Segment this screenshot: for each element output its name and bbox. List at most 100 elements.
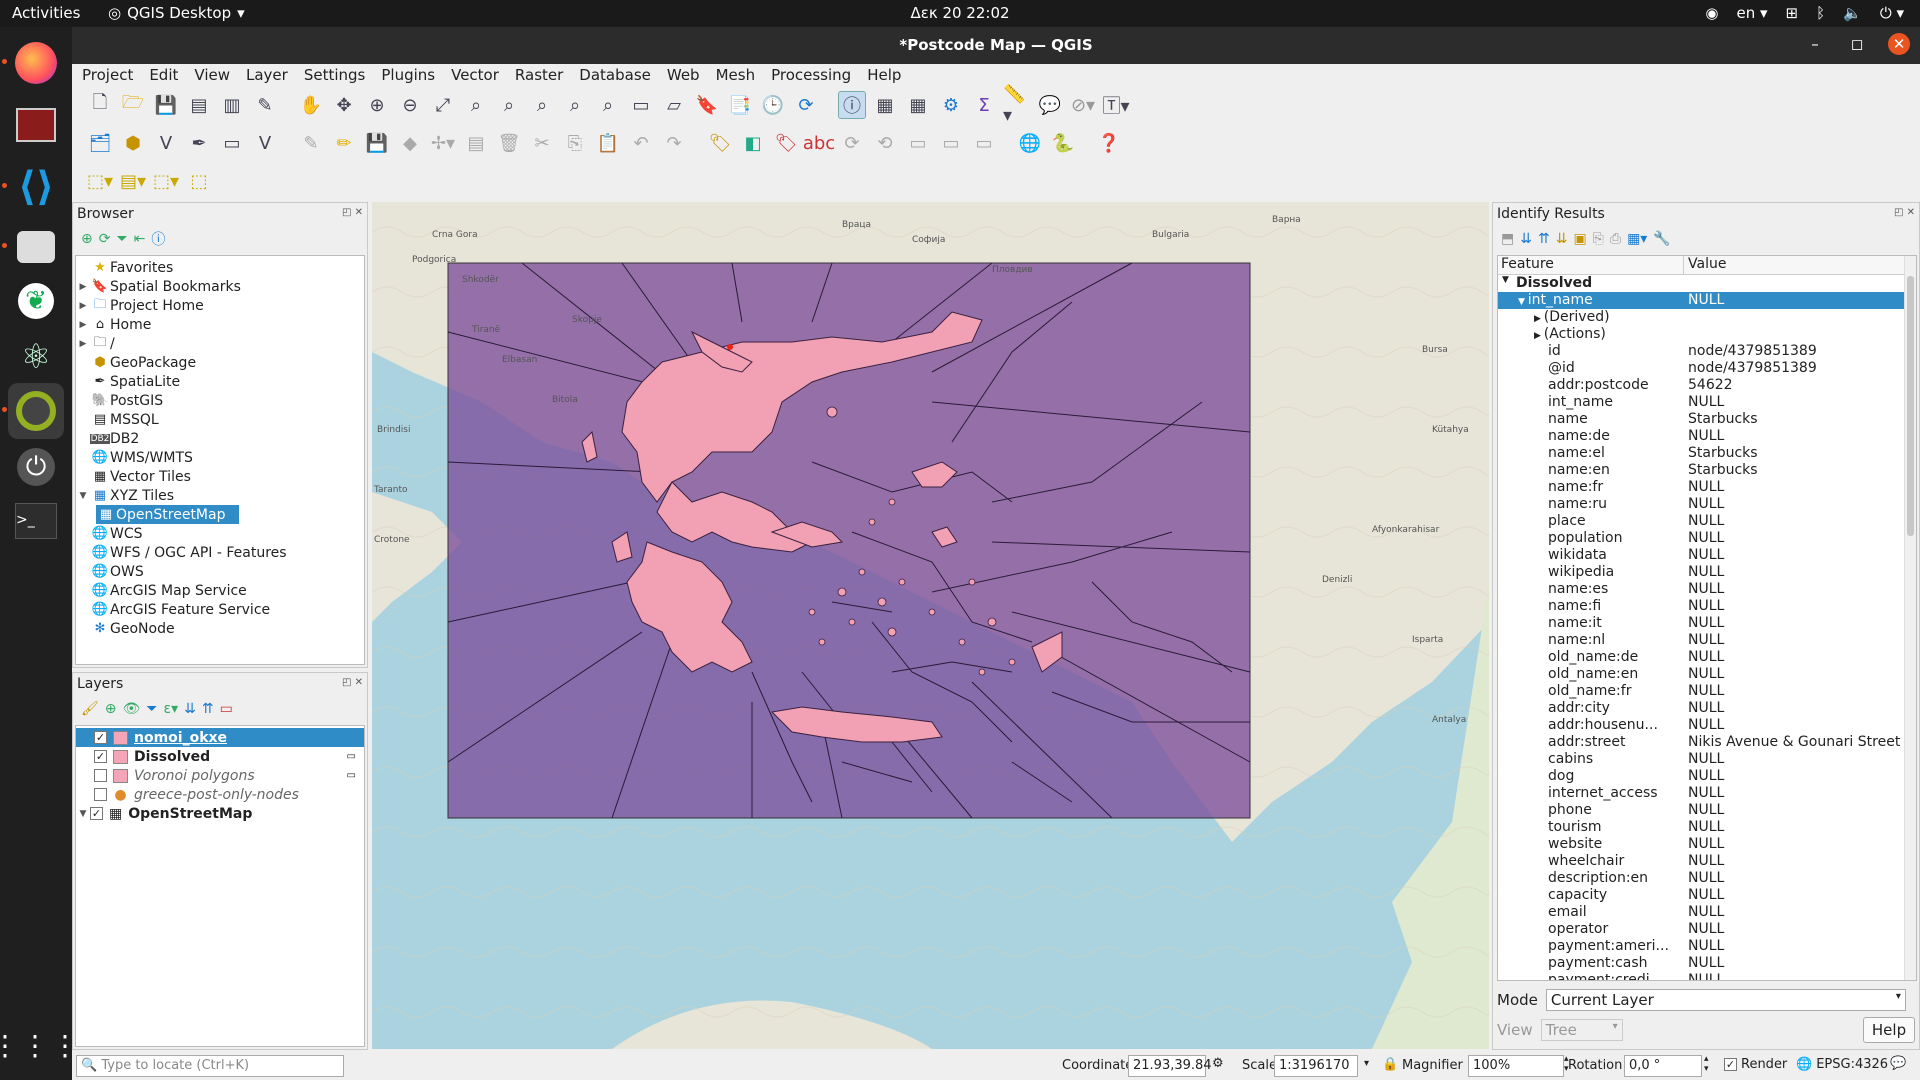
crs-button[interactable]: 🌐 EPSG:4326 (1796, 1057, 1888, 1072)
layer-item-openstreetmap[interactable]: ▼ ✓ ▦ OpenStreetMap (76, 804, 364, 823)
zoom-next-icon[interactable]: ⌕ (594, 91, 622, 119)
new-geopackage-icon[interactable]: ⬢ (119, 129, 147, 157)
identify-attribute-row[interactable]: name:de NULL (1498, 428, 1916, 445)
browser-item[interactable]: ▶ 🗀 / (76, 334, 364, 353)
identify-attribute-row[interactable]: name:it NULL (1498, 615, 1916, 632)
refresh-icon[interactable]: ⟳ (792, 91, 820, 119)
cut-features-icon[interactable]: ✂ (528, 129, 556, 157)
lock-scale-icon[interactable]: 🔒 (1382, 1057, 1398, 1072)
pin-labels-icon[interactable]: 🏷 (772, 129, 800, 157)
expand-arrow-icon[interactable]: ▶ (76, 301, 90, 311)
close-button[interactable]: ✕ (1888, 33, 1910, 55)
expand-arrow-icon[interactable]: ▶ (76, 282, 90, 292)
rotation-spinner[interactable]: ▴ ▾ (1704, 1054, 1709, 1074)
identify-attribute-row[interactable]: internet_access NULL (1498, 785, 1916, 802)
new-3d-view-icon[interactable]: ▱ (660, 91, 688, 119)
temporary-layer-icon[interactable]: ▭ (347, 751, 356, 762)
refresh-icon[interactable]: ⟳ (99, 231, 111, 247)
pan-to-selection-icon[interactable]: ✥ (330, 91, 358, 119)
measure-icon[interactable]: 📏▾ (1003, 84, 1031, 126)
menu-view[interactable]: View (184, 64, 236, 86)
remove-layer-icon[interactable]: ▭ (220, 701, 233, 717)
layout-manager-icon[interactable]: ▥ (218, 91, 246, 119)
menu-web[interactable]: Web (657, 64, 706, 86)
browser-item[interactable]: 🌐 OWS (76, 562, 364, 581)
messages-icon[interactable]: 💬 (1890, 1056, 1906, 1071)
identify-attribute-row[interactable]: name:ru NULL (1498, 496, 1916, 513)
identify-attribute-row[interactable]: ▶ (Derived) (1498, 309, 1916, 326)
identify-attribute-row[interactable]: wikidata NULL (1498, 547, 1916, 564)
add-feature-icon[interactable]: ◆ (396, 129, 424, 157)
quickmapservices-icon[interactable]: 🌐 (1016, 129, 1044, 157)
identify-attribute-row[interactable]: name:fr NULL (1498, 479, 1916, 496)
menu-raster[interactable]: Raster (505, 64, 569, 86)
clear-results-icon[interactable]: ▣ (1573, 231, 1586, 247)
expand-arrow-icon[interactable]: ▼ (76, 809, 90, 819)
identify-attribute-row[interactable]: int_name NULL (1498, 394, 1916, 411)
browser-item[interactable]: 🌐 WCS (76, 524, 364, 543)
layer-visibility-checkbox[interactable]: ✓ (94, 750, 107, 763)
add-layer-icon[interactable]: ⊕ (81, 231, 93, 247)
menu-plugins[interactable]: Plugins (371, 64, 441, 86)
volume-icon[interactable]: 🔈 (1843, 4, 1862, 22)
zoom-native-icon[interactable]: ⌕ (528, 91, 556, 119)
identify-attribute-row[interactable]: payment:cash NULL (1498, 955, 1916, 972)
menu-project[interactable]: Project (72, 64, 139, 86)
layer-item-post-nodes[interactable]: ● greece-post-only-nodes (76, 785, 364, 804)
identify-attribute-row[interactable]: capacity NULL (1498, 887, 1916, 904)
identify-attribute-row[interactable]: description:en NULL (1498, 870, 1916, 887)
identify-attribute-row[interactable]: name:el Starbucks (1498, 445, 1916, 462)
layer-item-dissolved[interactable]: ✓ Dissolved ▭ (76, 747, 364, 766)
magnifier-input[interactable]: 100% (1468, 1055, 1564, 1077)
identify-attribute-row[interactable]: @id node/4379851389 (1498, 360, 1916, 377)
manage-themes-icon[interactable]: 👁 (123, 701, 141, 717)
panel-float-close-icon[interactable]: ◰ ✕ (1894, 207, 1915, 218)
power-app-icon[interactable]: ⏻ (8, 439, 64, 495)
identify-attribute-row[interactable]: wikipedia NULL (1498, 564, 1916, 581)
expand-arrow-icon[interactable]: ▼ (1518, 297, 1528, 307)
show-apps-icon[interactable]: ⋮⋮⋮ (0, 1017, 79, 1073)
menu-processing[interactable]: Processing (761, 64, 857, 86)
identify-attribute-row[interactable]: population NULL (1498, 530, 1916, 547)
panel-float-close-icon[interactable]: ◰ ✕ (342, 677, 363, 688)
new-layout-icon[interactable]: ▤ (185, 91, 213, 119)
browser-item[interactable]: 🌐 WMS/WMTS (76, 448, 364, 467)
zoom-full-icon[interactable]: ⤢ (429, 91, 457, 119)
new-shapefile-icon[interactable]: V (152, 129, 180, 157)
feature-column-header[interactable]: Feature (1498, 256, 1684, 274)
save-project-icon[interactable]: 💾 (152, 91, 180, 119)
processing-toolbox-icon[interactable]: ⚙ (937, 91, 965, 119)
identify-attribute-row[interactable]: operator NULL (1498, 921, 1916, 938)
filter-expression-icon[interactable]: ε▾ (164, 701, 179, 717)
copy-features-icon[interactable]: ⎘ (561, 129, 589, 157)
new-project-icon[interactable]: 🗋 (86, 91, 114, 119)
panel-float-close-icon[interactable]: ◰ ✕ (342, 207, 363, 218)
identify-settings-icon[interactable]: 🔧 (1653, 231, 1670, 247)
print-icon[interactable]: ⎙ (1610, 231, 1621, 247)
identify-layer-row[interactable]: ▼ Dissolved (1498, 275, 1916, 292)
select-by-value-icon[interactable]: ▤▾ (119, 167, 147, 195)
current-edits-icon[interactable]: ✎ (297, 129, 325, 157)
help-button[interactable]: Help (1863, 1017, 1915, 1043)
zoom-selection-icon[interactable]: ⌕ (462, 91, 490, 119)
copy-feature-icon[interactable]: ⎘ (1593, 231, 1604, 247)
identify-attribute-row[interactable]: cabins NULL (1498, 751, 1916, 768)
locator-search-input[interactable]: 🔍 Type to locate (Ctrl+K) (76, 1055, 344, 1077)
render-checkbox[interactable]: ✓ (1724, 1058, 1737, 1071)
map-tips-icon[interactable]: 💬 (1036, 91, 1064, 119)
menu-layer[interactable]: Layer (236, 64, 294, 86)
mode-select[interactable]: Current Layer ▾ (1545, 989, 1906, 1011)
identify-attribute-row[interactable]: name:es NULL (1498, 581, 1916, 598)
browser-item[interactable]: ★ Favorites (76, 258, 364, 277)
filter-icon[interactable]: ⏷ (116, 231, 127, 247)
toggle-extents-icon[interactable]: ⚙ (1212, 1056, 1224, 1071)
temporal-controller-icon[interactable]: 🕒 (759, 91, 787, 119)
paste-features-icon[interactable]: 📋 (594, 129, 622, 157)
label-properties-icon[interactable]: ▭ (970, 129, 998, 157)
zoom-in-icon[interactable]: ⊕ (363, 91, 391, 119)
save-edits-icon[interactable]: 💾 (363, 129, 391, 157)
language-indicator[interactable]: en ▾ (1736, 4, 1767, 22)
identify-attribute-row[interactable]: addr:city NULL (1498, 700, 1916, 717)
show-hide-labels-icon[interactable]: ▭ (937, 129, 965, 157)
new-spatialite-icon[interactable]: ✒ (185, 129, 213, 157)
